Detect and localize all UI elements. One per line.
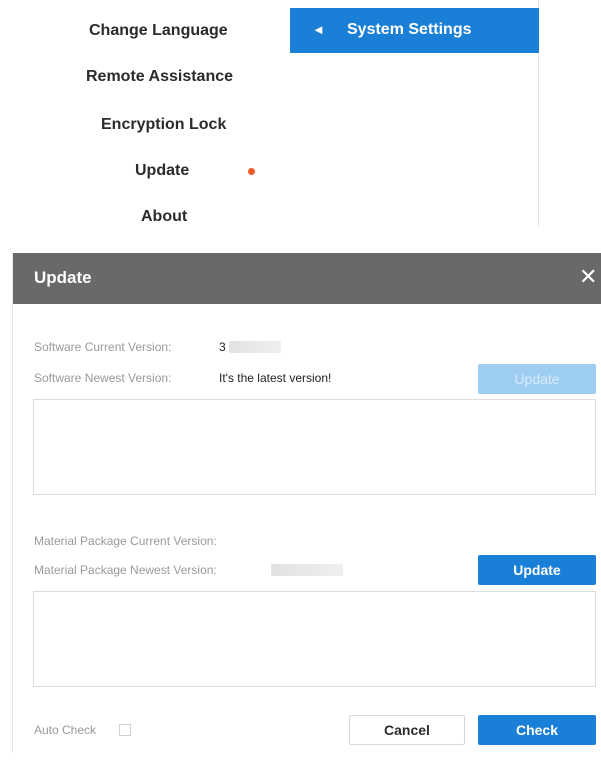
software-changelog-box[interactable] [33, 399, 596, 495]
software-newest-version-label: Software Newest Version: [34, 371, 172, 385]
redacted-version-block [229, 341, 281, 353]
material-update-button[interactable]: Update [478, 555, 596, 585]
material-newest-version-label: Material Package Newest Version: [34, 563, 217, 577]
redacted-version-block [271, 564, 343, 576]
update-dialog: Update ✕ Software Current Version: 3 Sof… [12, 253, 601, 753]
menu-item-label: Update [135, 162, 190, 179]
system-settings-header[interactable]: ◄ System Settings [290, 8, 539, 53]
dialog-title: Update [34, 268, 92, 287]
menu-item-update[interactable]: Update [40, 156, 290, 186]
back-arrow-icon[interactable]: ◄ [312, 22, 325, 37]
software-update-button[interactable]: Update [478, 364, 596, 394]
settings-menu: Change Language Remote Assistance Encryp… [40, 0, 290, 232]
menu-item-about[interactable]: About [40, 202, 290, 232]
check-button[interactable]: Check [478, 715, 596, 745]
software-current-version-value: 3 [219, 340, 226, 354]
menu-item-label: Remote Assistance [86, 68, 234, 85]
menu-item-label: About [141, 208, 188, 225]
system-settings-panel: ◄ System Settings [290, 0, 539, 226]
software-newest-version-value: It's the latest version! [219, 371, 332, 385]
menu-item-label: Change Language [89, 22, 228, 39]
menu-item-change-language[interactable]: Change Language [40, 16, 290, 46]
dialog-header: Update ✕ [13, 253, 601, 304]
menu-item-remote-assistance[interactable]: Remote Assistance [40, 62, 290, 92]
close-icon[interactable]: ✕ [579, 266, 597, 288]
cancel-button[interactable]: Cancel [349, 715, 465, 745]
menu-item-encryption-lock[interactable]: Encryption Lock [40, 110, 290, 140]
menu-item-label: Encryption Lock [101, 116, 227, 133]
notification-dot-icon [248, 168, 255, 175]
auto-check-label: Auto Check [34, 723, 97, 737]
material-current-version-label: Material Package Current Version: [34, 534, 217, 548]
material-changelog-box[interactable] [33, 591, 596, 687]
auto-check-checkbox[interactable] [119, 724, 131, 736]
system-settings-title: System Settings [347, 21, 472, 38]
software-current-version-label: Software Current Version: [34, 340, 172, 354]
